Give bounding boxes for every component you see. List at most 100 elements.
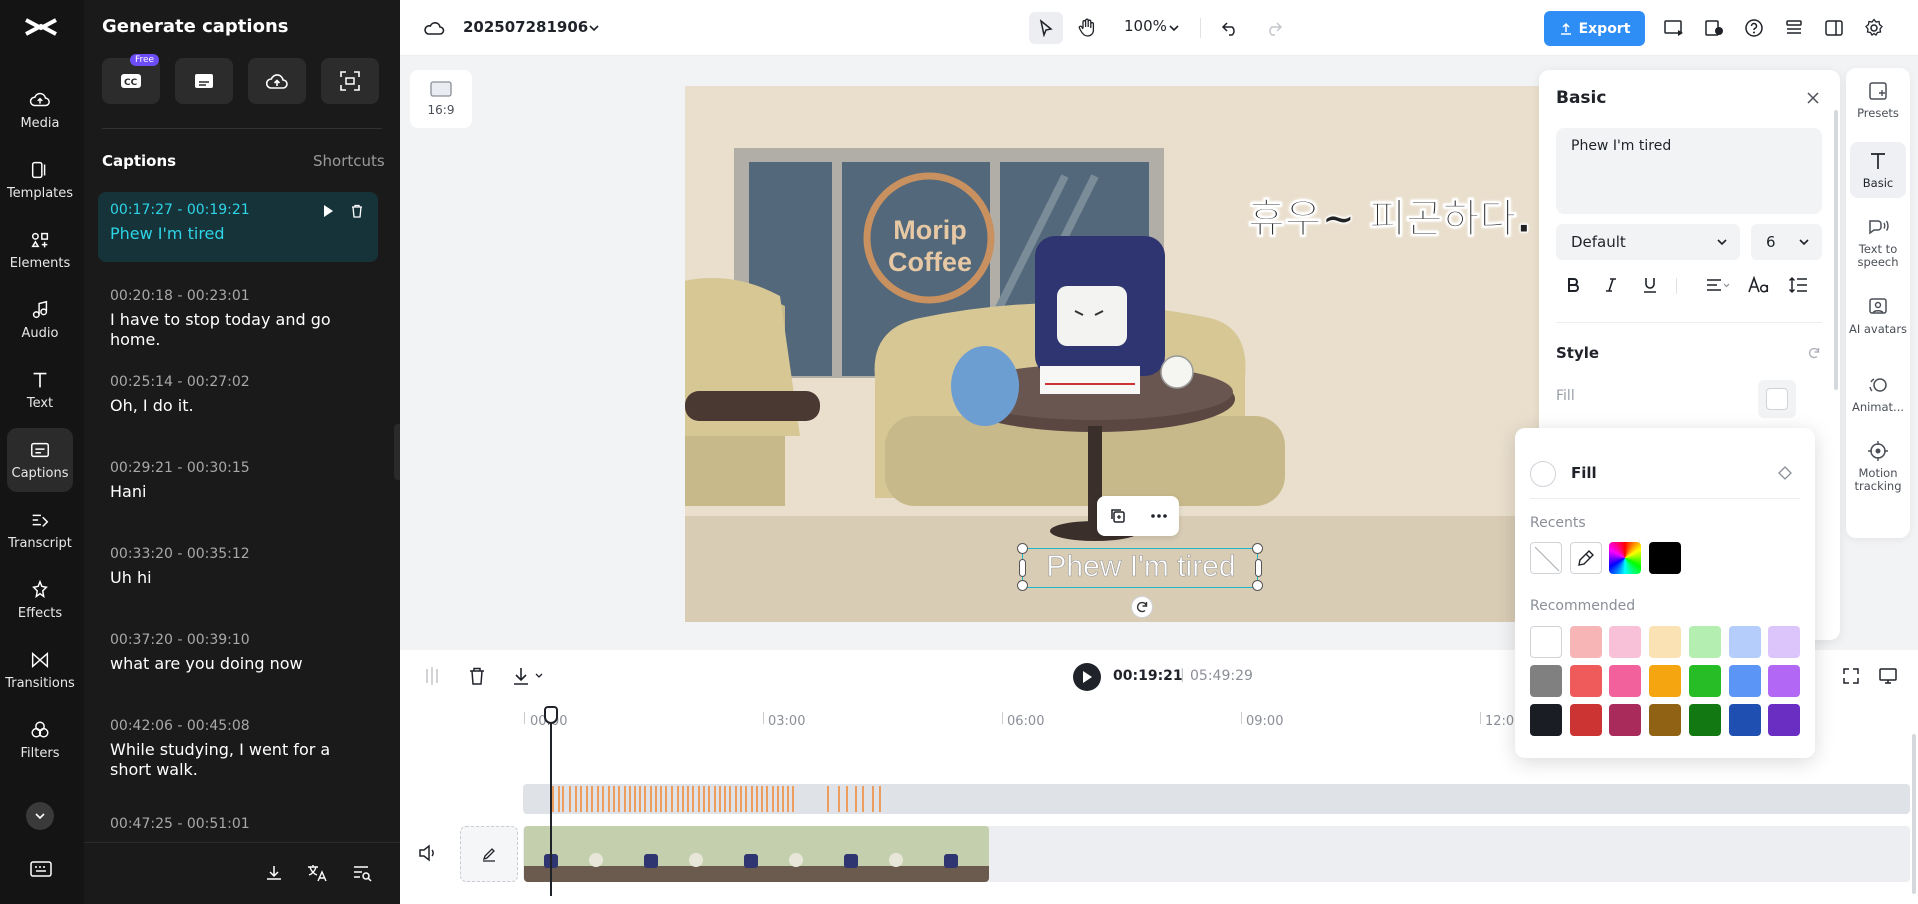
color-swatch[interactable] (1569, 704, 1602, 736)
rail-animation[interactable]: Animat... (1846, 374, 1910, 414)
preview-screen-icon[interactable] (1878, 667, 1898, 685)
fullscreen-icon[interactable] (1842, 667, 1860, 685)
color-swatch[interactable] (1569, 626, 1602, 658)
color-swatch[interactable] (1530, 665, 1562, 697)
color-swatch[interactable] (1649, 626, 1682, 658)
color-swatch[interactable] (1728, 665, 1761, 697)
undo-icon[interactable] (1218, 16, 1242, 40)
export-button[interactable]: Export (1544, 11, 1645, 46)
caption-text[interactable]: Phew I'm tired (110, 224, 366, 244)
caption-overlay-text[interactable]: Phew I'm tired (1023, 550, 1259, 584)
color-swatch[interactable] (1609, 626, 1642, 658)
color-swatch[interactable] (1768, 704, 1801, 736)
find-replace-icon[interactable] (352, 863, 372, 883)
nav-media[interactable]: Media (7, 80, 73, 140)
trash-icon[interactable] (468, 666, 486, 686)
playhead-handle[interactable] (544, 706, 558, 724)
resize-handle[interactable] (1252, 543, 1263, 554)
video-preview[interactable]: Morip Coffee 휴우~ 피곤하다. (685, 86, 1540, 622)
auto-captions-button[interactable]: CC Free (102, 54, 160, 104)
caption-item[interactable]: 00:20:18 - 00:23:01 I have to stop today… (98, 278, 378, 360)
project-name[interactable]: 202507281906 (463, 18, 588, 36)
nav-templates[interactable]: Templates (7, 150, 73, 210)
rail-basic[interactable]: Basic (1850, 142, 1906, 198)
playhead[interactable] (550, 706, 552, 896)
italic-icon[interactable] (1602, 276, 1620, 294)
resize-handle[interactable] (1019, 559, 1026, 577)
cloud-sync-icon[interactable] (422, 16, 446, 40)
keyboard-icon[interactable] (30, 860, 52, 878)
reset-icon[interactable] (1807, 346, 1821, 360)
resize-handle[interactable] (1017, 580, 1028, 591)
split-icon[interactable] (424, 666, 440, 686)
nav-filters[interactable]: Filters (7, 710, 73, 770)
scrollbar[interactable] (1912, 734, 1916, 894)
underline-icon[interactable] (1641, 276, 1659, 294)
no-color-swatch[interactable] (1530, 542, 1562, 574)
rail-motion-tracking[interactable]: Motion tracking (1846, 440, 1910, 493)
hand-icon[interactable] (1075, 16, 1099, 40)
capcut-logo[interactable] (24, 14, 58, 40)
caption-text[interactable]: While studying, I went for a short walk. (110, 740, 366, 780)
close-icon[interactable] (1805, 90, 1821, 106)
color-swatch[interactable] (1649, 665, 1682, 697)
color-swatch[interactable] (1530, 626, 1562, 658)
layers-icon[interactable] (1782, 16, 1806, 40)
font-size-select[interactable]: 6 (1751, 224, 1822, 260)
color-swatch[interactable] (1649, 704, 1682, 736)
scan-captions-button[interactable] (321, 58, 379, 104)
color-swatch[interactable] (1768, 626, 1801, 658)
caption-item[interactable]: 00:29:21 - 00:30:15 Hani (98, 450, 378, 512)
line-spacing-icon[interactable] (1788, 276, 1808, 294)
keyframe-diamond-icon[interactable] (1778, 466, 1792, 480)
volume-icon[interactable] (418, 844, 438, 862)
caption-item[interactable]: 00:42:06 - 00:45:08 While studying, I we… (98, 708, 378, 790)
duplicate-icon[interactable] (1109, 507, 1127, 525)
nav-transcript[interactable]: Transcript (7, 500, 73, 560)
color-swatch[interactable] (1609, 704, 1642, 736)
caption-item[interactable]: 00:17:27 - 00:19:21 Phew I'm tired (98, 192, 378, 262)
eyedropper-button[interactable] (1570, 542, 1602, 574)
redo-icon[interactable] (1262, 16, 1286, 40)
nav-audio[interactable]: Audio (7, 290, 73, 350)
color-swatch[interactable] (1530, 704, 1562, 736)
resize-handle[interactable] (1017, 543, 1028, 554)
caption-item[interactable]: 00:33:20 - 00:35:12 Uh hi (98, 536, 378, 598)
bold-icon[interactable] (1564, 276, 1582, 294)
caption-item[interactable]: 00:25:14 - 00:27:02 Oh, I do it. (98, 364, 378, 426)
caption-text[interactable]: I have to stop today and go home. (110, 310, 366, 350)
caption-text-input[interactable]: Phew I'm tired (1556, 128, 1822, 214)
fill-color-button[interactable] (1758, 380, 1796, 418)
caption-selection-box[interactable]: Phew I'm tired (1017, 543, 1263, 591)
fill-toggle[interactable] (1530, 461, 1556, 487)
caption-track[interactable] (523, 784, 1910, 814)
chevron-down-icon[interactable] (1162, 16, 1186, 40)
font-select[interactable]: Default (1556, 224, 1740, 260)
rail-ai-avatars[interactable]: AI avatars (1846, 296, 1910, 336)
color-swatch[interactable] (1569, 665, 1602, 697)
chevron-down-icon[interactable] (582, 16, 606, 40)
brand-check-icon[interactable] (1702, 16, 1726, 40)
shortcuts-link[interactable]: Shortcuts (313, 152, 385, 170)
play-icon[interactable] (322, 204, 334, 218)
text-case-icon[interactable] (1748, 276, 1770, 294)
download-icon[interactable] (264, 863, 284, 883)
panel-layout-icon[interactable] (1822, 16, 1846, 40)
caption-text[interactable]: Hani (110, 482, 366, 502)
rail-text-to-speech[interactable]: Text to speech (1846, 216, 1910, 269)
caption-text[interactable]: what are you doing now (110, 654, 366, 674)
align-icon[interactable] (1705, 276, 1731, 294)
scrollbar[interactable] (1834, 110, 1838, 390)
manual-captions-button[interactable] (175, 58, 233, 104)
more-nav-button[interactable] (26, 802, 54, 830)
caption-text[interactable]: Uh hi (110, 568, 366, 588)
translate-icon[interactable] (306, 863, 328, 883)
more-options-icon[interactable] (1150, 513, 1168, 519)
nav-text[interactable]: Text (7, 360, 73, 420)
color-swatch[interactable] (1688, 665, 1721, 697)
trash-icon[interactable] (350, 204, 364, 218)
caption-item[interactable]: 00:37:20 - 00:39:10 what are you doing n… (98, 622, 378, 684)
color-swatch[interactable] (1688, 704, 1721, 736)
gear-icon[interactable] (1862, 16, 1886, 40)
custom-color-swatch[interactable] (1609, 542, 1641, 574)
